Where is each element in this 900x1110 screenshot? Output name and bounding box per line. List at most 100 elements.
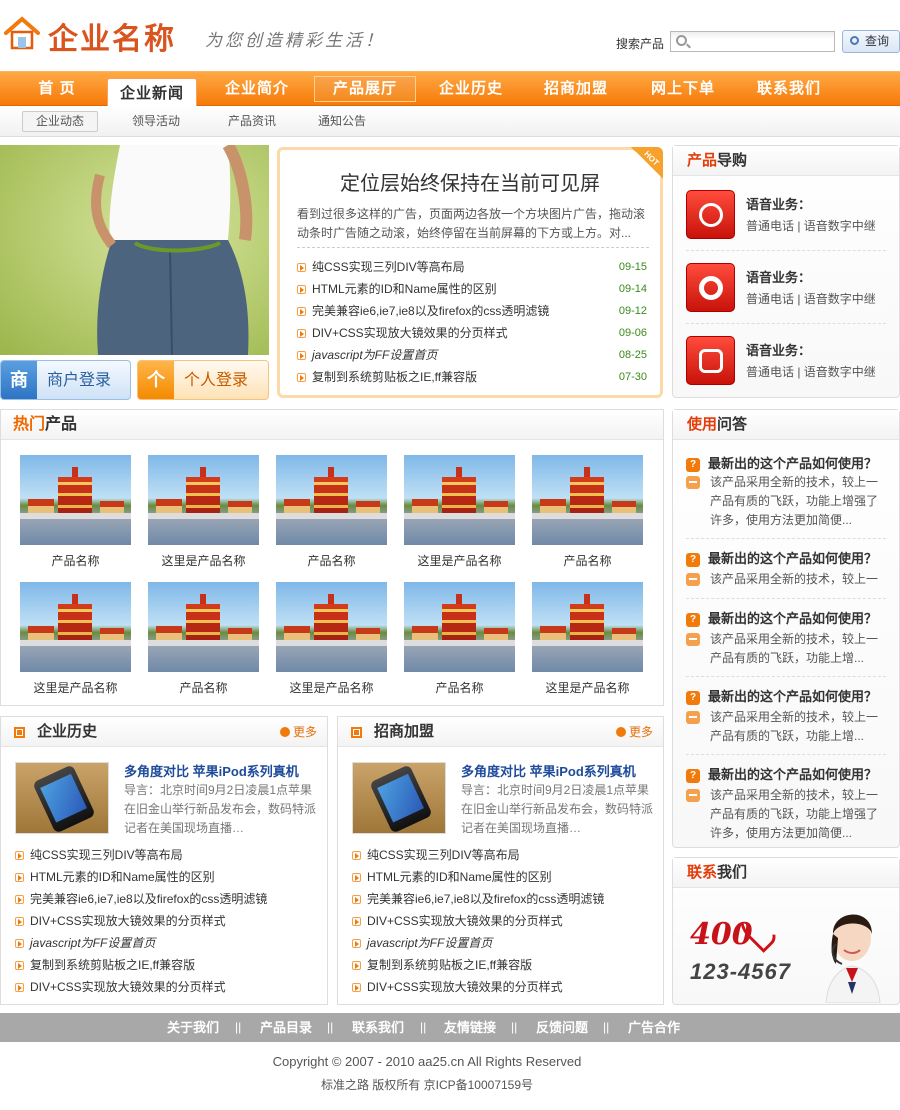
- nav-contact[interactable]: 联系我们: [746, 72, 832, 106]
- nav-history[interactable]: 企业历史: [428, 72, 514, 106]
- question-icon: ?: [686, 613, 700, 627]
- product-name[interactable]: 产品名称: [13, 552, 138, 569]
- product-thumbnail[interactable]: [20, 455, 131, 545]
- heading-highlight: 热门: [13, 416, 46, 433]
- phone-thumbnail[interactable]: [15, 762, 109, 834]
- product-name[interactable]: 产品名称: [141, 679, 266, 696]
- product-guide-box: 产品导购 语音业务： 普通电话 | 语音数字中继 语音业务： 普通电话 | 语音…: [672, 145, 900, 398]
- product-name[interactable]: 这里是产品名称: [269, 679, 394, 696]
- footer-link-contact[interactable]: 联系我们: [352, 1013, 404, 1042]
- qa-question[interactable]: ? 最新出的这个产品如何使用？: [686, 686, 877, 706]
- search-input[interactable]: [670, 31, 835, 52]
- divider: [297, 247, 649, 248]
- arrow-bullet-icon: [15, 895, 24, 904]
- subnav-notices[interactable]: 通知公告: [304, 106, 380, 137]
- merchant-login-button[interactable]: 商 商户登录: [0, 360, 131, 400]
- list-item-title: 完美兼容ie6,ie7,ie8以及firefox的css透明滤镜: [30, 892, 268, 906]
- footer-link-ads[interactable]: 广告合作: [628, 1013, 680, 1042]
- search-button-label: 查询: [864, 34, 889, 48]
- product-thumbnail[interactable]: [276, 455, 387, 545]
- news-item[interactable]: 完美兼容ie6,ie7,ie8以及firefox的css透明滤镜 09-12: [297, 300, 647, 322]
- subnav-product-info[interactable]: 产品资讯: [214, 106, 290, 137]
- answer-icon: [686, 573, 700, 586]
- product-thumbnail[interactable]: [404, 582, 515, 672]
- list-item-title: HTML元素的ID和Name属性的区别: [30, 870, 215, 884]
- news-item[interactable]: 纯CSS实现三列DIV等高布局 09-15: [297, 256, 647, 278]
- product-guide-item[interactable]: 语音业务： 普通电话 | 语音数字中继: [686, 263, 886, 323]
- list-item[interactable]: 完美兼容ie6,ie7,ie8以及firefox的css透明滤镜: [15, 888, 315, 910]
- qa-question[interactable]: ? 最新出的这个产品如何使用？: [686, 608, 877, 628]
- list-item[interactable]: 纯CSS实现三列DIV等高布局: [15, 844, 315, 866]
- product-name[interactable]: 这里是产品名称: [13, 679, 138, 696]
- nav-products[interactable]: 产品展厅: [314, 76, 416, 102]
- arrow-bullet-icon: [297, 373, 306, 382]
- list-item[interactable]: javascript为FF设置首页: [15, 932, 315, 954]
- footer-link-feedback[interactable]: 反馈问题: [536, 1013, 588, 1042]
- list-item[interactable]: 复制到系统剪贴板之IE,ff兼容版: [15, 954, 315, 976]
- hot-news-title[interactable]: 定位层始终保持在当前可见屏: [280, 167, 660, 196]
- qa-question[interactable]: ? 最新出的这个产品如何使用？: [686, 453, 877, 473]
- feature-title[interactable]: 多角度对比 苹果iPod系列真机: [124, 761, 299, 780]
- product-thumbnail[interactable]: [148, 455, 259, 545]
- list-item[interactable]: DIV+CSS实现放大镜效果的分页样式: [15, 910, 315, 932]
- nav-franchise[interactable]: 招商加盟: [533, 72, 619, 106]
- subnav-company-news[interactable]: 企业动态: [22, 111, 98, 132]
- news-item[interactable]: 复制到系统剪贴板之IE,ff兼容版 07-30: [297, 366, 647, 388]
- product-guide-item[interactable]: 语音业务： 普通电话 | 语音数字中继: [686, 336, 886, 396]
- product-guide-item[interactable]: 语音业务： 普通电话 | 语音数字中继: [686, 190, 886, 250]
- search-label: 搜索产品: [616, 37, 665, 51]
- list-item[interactable]: DIV+CSS实现放大镜效果的分页样式: [352, 976, 652, 998]
- product-thumbnail[interactable]: [20, 582, 131, 672]
- history-more-link[interactable]: 更多: [279, 717, 317, 747]
- list-item[interactable]: DIV+CSS实现放大镜效果的分页样式: [352, 910, 652, 932]
- nav-order[interactable]: 网上下单: [640, 72, 726, 106]
- more-label: 更多: [292, 725, 317, 739]
- footer-link-friends[interactable]: 友情链接: [444, 1013, 496, 1042]
- product-name[interactable]: 产品名称: [525, 552, 650, 569]
- product-name[interactable]: 这里是产品名称: [141, 552, 266, 569]
- nav-about[interactable]: 企业简介: [214, 72, 300, 106]
- heading-highlight: 使用: [687, 416, 718, 433]
- list-item[interactable]: HTML元素的ID和Name属性的区别: [15, 866, 315, 888]
- telephone-icon: [686, 336, 735, 385]
- product-name[interactable]: 产品名称: [397, 679, 522, 696]
- product-guide-desc: 普通电话 | 语音数字中继: [746, 292, 876, 306]
- nav-home[interactable]: 首 页: [14, 72, 100, 106]
- personal-login-button[interactable]: 个 个人登录: [137, 360, 269, 400]
- phone-thumbnail[interactable]: [352, 762, 446, 834]
- qa-question[interactable]: ? 最新出的这个产品如何使用？: [686, 548, 877, 568]
- franchise-more-link[interactable]: 更多: [615, 717, 653, 747]
- qa-question[interactable]: ? 最新出的这个产品如何使用？: [686, 764, 877, 784]
- product-thumbnail[interactable]: [532, 455, 643, 545]
- qa-answer-text: 该产品采用全新的技术，较上一产品有质的飞跃，功能上增...: [710, 710, 879, 743]
- search-button[interactable]: 查询: [842, 30, 900, 53]
- footer-link-about[interactable]: 关于我们: [167, 1013, 219, 1042]
- feature-title[interactable]: 多角度对比 苹果iPod系列真机: [461, 761, 636, 780]
- news-item[interactable]: HTML元素的ID和Name属性的区别 09-14: [297, 278, 647, 300]
- qa-question-text: 最新出的这个产品如何使用？: [708, 611, 878, 626]
- list-item[interactable]: 纯CSS实现三列DIV等高布局: [352, 844, 652, 866]
- news-item[interactable]: DIV+CSS实现放大镜效果的分页样式 09-06: [297, 322, 647, 344]
- list-item[interactable]: DIV+CSS实现放大镜效果的分页样式: [15, 976, 315, 998]
- news-item-date: 09-06: [618, 327, 647, 339]
- list-item[interactable]: javascript为FF设置首页: [352, 932, 652, 954]
- product-thumbnail[interactable]: [404, 455, 515, 545]
- nav-news[interactable]: 企业新闻: [107, 78, 197, 108]
- product-name[interactable]: 产品名称: [269, 552, 394, 569]
- product-thumbnail[interactable]: [532, 582, 643, 672]
- news-item[interactable]: javascript为FF设置首页 08-25: [297, 344, 647, 366]
- list-item-title: DIV+CSS实现放大镜效果的分页样式: [367, 914, 563, 928]
- list-item[interactable]: 完美兼容ie6,ie7,ie8以及firefox的css透明滤镜: [352, 888, 652, 910]
- subnav-leader-activity[interactable]: 领导活动: [118, 106, 194, 137]
- list-item-title: 复制到系统剪贴板之IE,ff兼容版: [367, 958, 533, 972]
- heading-highlight: 产品: [687, 152, 718, 169]
- product-name[interactable]: 这里是产品名称: [525, 679, 650, 696]
- question-icon: ?: [686, 691, 700, 705]
- product-name[interactable]: 这里是产品名称: [397, 552, 522, 569]
- list-item[interactable]: 复制到系统剪贴板之IE,ff兼容版: [352, 954, 652, 976]
- list-item[interactable]: HTML元素的ID和Name属性的区别: [352, 866, 652, 888]
- product-thumbnail[interactable]: [276, 582, 387, 672]
- footer-link-catalog[interactable]: 产品目录: [260, 1013, 312, 1042]
- divider: [686, 323, 886, 324]
- product-thumbnail[interactable]: [148, 582, 259, 672]
